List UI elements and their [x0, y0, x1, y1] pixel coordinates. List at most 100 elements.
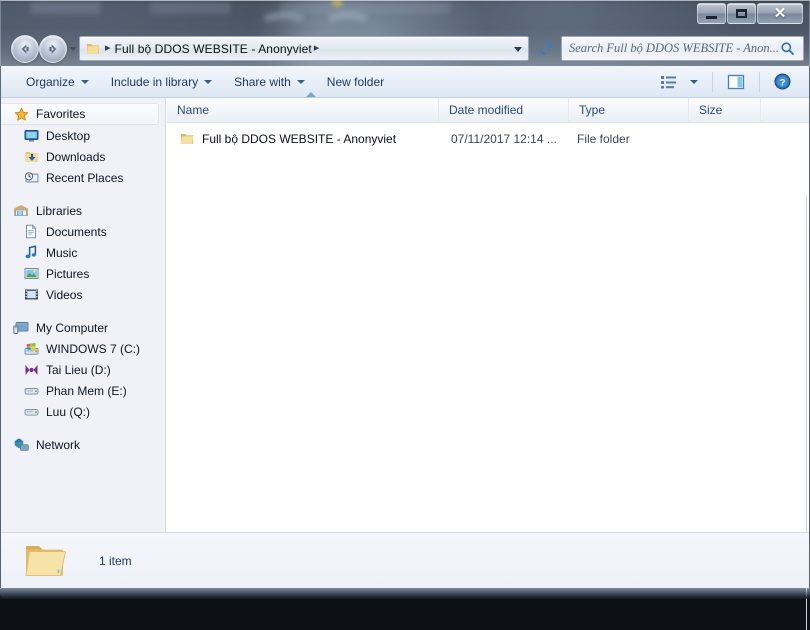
column-header-date-modified[interactable]: Date modified: [439, 98, 569, 123]
computer-icon: [13, 320, 29, 336]
refresh-icon: [537, 40, 554, 57]
chevron-down-icon: [690, 80, 698, 84]
sidebar-label: Tai Lieu (D:): [46, 363, 111, 377]
sidebar-label: Luu (Q:): [46, 405, 90, 419]
view-dropdown-button[interactable]: [686, 70, 702, 94]
title-bar[interactable]: ✕: [0, 0, 810, 66]
navpane-group-favorites: Favorites Desktop: [1, 103, 165, 188]
include-in-library-label: Include in library: [111, 75, 198, 89]
refresh-button[interactable]: [533, 36, 557, 61]
search-icon: [780, 41, 795, 56]
chevron-down-icon: [204, 80, 212, 84]
sidebar-label: Network: [36, 438, 80, 452]
maximize-button[interactable]: [727, 3, 756, 24]
close-icon: ✕: [774, 6, 787, 21]
sidebar-item-documents[interactable]: Documents: [1, 221, 165, 242]
sidebar-item-desktop[interactable]: Desktop: [1, 125, 165, 146]
column-header-size[interactable]: Size: [689, 98, 761, 123]
share-with-button[interactable]: Share with: [225, 70, 314, 94]
sidebar-item-pictures[interactable]: Pictures: [1, 263, 165, 284]
documents-icon: [23, 224, 39, 240]
sidebar-label: Documents: [46, 225, 107, 239]
change-view-button[interactable]: [656, 70, 682, 94]
search-placeholder-text: Search Full bộ DDOS WEBSITE - Anon...: [569, 41, 779, 56]
column-header-row: Name Date modified Type Size: [167, 98, 809, 123]
toolbar-separator: [759, 72, 760, 92]
sidebar-item-downloads[interactable]: Downloads: [1, 146, 165, 167]
sidebar-label: My Computer: [36, 321, 108, 335]
file-type: File folder: [577, 132, 697, 146]
windows-drive-icon: [23, 341, 39, 357]
drive-icon: [23, 383, 39, 399]
help-icon: ?: [774, 73, 791, 90]
sidebar-label: Videos: [46, 288, 82, 302]
minimize-button[interactable]: [697, 3, 726, 24]
search-input[interactable]: Search Full bộ DDOS WEBSITE - Anon...: [561, 36, 804, 61]
window-controls: ✕: [697, 3, 803, 24]
folder-icon: [179, 131, 195, 147]
command-toolbar: Organize Include in library Share with N…: [1, 66, 809, 98]
column-header-name[interactable]: Name: [167, 98, 439, 123]
sidebar-item-windows-7-c[interactable]: WINDOWS 7 (C:): [1, 338, 165, 359]
svg-text:?: ?: [780, 77, 786, 88]
column-header-type[interactable]: Type: [569, 98, 689, 123]
help-button[interactable]: ?: [770, 70, 795, 94]
file-name: Full bộ DDOS WEBSITE - Anonyviet: [202, 132, 447, 146]
forward-button[interactable]: [39, 35, 67, 63]
view-list-icon: [660, 74, 678, 90]
sidebar-label: Downloads: [46, 150, 105, 164]
toolbar-separator: [712, 72, 713, 92]
sort-ascending-icon: [306, 92, 316, 97]
column-label: Date modified: [449, 103, 523, 117]
toolbar-right-group: ?: [656, 70, 809, 94]
close-button[interactable]: ✕: [757, 3, 803, 24]
sidebar-label: Phan Mem (E:): [46, 384, 127, 398]
address-dropdown-icon[interactable]: [514, 47, 522, 52]
navigation-pane[interactable]: Favorites Desktop: [1, 98, 166, 532]
status-bar: 1 item: [1, 532, 809, 588]
maximize-icon: [736, 9, 747, 18]
breadcrumb-separator-trailing[interactable]: ▸: [314, 43, 320, 54]
sidebar-label: Pictures: [46, 267, 89, 281]
pictures-icon: [23, 266, 39, 282]
share-with-label: Share with: [234, 75, 291, 89]
back-arrow-icon: [17, 41, 33, 57]
window-body: Favorites Desktop: [1, 98, 809, 532]
sidebar-item-phan-mem-e[interactable]: Phan Mem (E:): [1, 380, 165, 401]
sidebar-item-tai-lieu-d[interactable]: Tai Lieu (D:): [1, 359, 165, 380]
preview-pane-button[interactable]: [723, 70, 749, 94]
libraries-icon: [13, 203, 29, 219]
file-list-pane[interactable]: Name Date modified Type Size: [167, 98, 809, 532]
include-in-library-button[interactable]: Include in library: [102, 70, 221, 94]
sidebar-item-favorites[interactable]: Favorites: [1, 103, 159, 125]
recent-pages-button[interactable]: [69, 47, 77, 51]
downloads-icon: [23, 149, 39, 165]
organize-label: Organize: [26, 75, 75, 89]
window-frame-left: [0, 66, 1, 589]
sidebar-label: Recent Places: [46, 171, 123, 185]
column-label: Size: [699, 103, 722, 117]
videos-icon: [23, 287, 39, 303]
sidebar-item-libraries[interactable]: Libraries: [1, 200, 165, 221]
preview-pane-icon: [727, 74, 745, 90]
sidebar-item-recent-places[interactable]: Recent Places: [1, 167, 165, 188]
column-header-spacer: [761, 98, 809, 123]
network-icon: [13, 437, 29, 453]
navpane-group-my-computer: My Computer: [1, 317, 165, 422]
sidebar-item-videos[interactable]: Videos: [1, 284, 165, 305]
breadcrumb-separator-leading[interactable]: ▸: [105, 43, 111, 54]
sidebar-label: Desktop: [46, 129, 90, 143]
sidebar-label: WINDOWS 7 (C:): [46, 342, 140, 356]
sidebar-label: Music: [46, 246, 77, 260]
sidebar-item-music[interactable]: Music: [1, 242, 165, 263]
sidebar-item-luu-q[interactable]: Luu (Q:): [1, 401, 165, 422]
breadcrumb-current-folder[interactable]: Full bộ DDOS WEBSITE - Anonyviet: [115, 42, 312, 56]
sidebar-item-network[interactable]: Network: [1, 434, 165, 455]
table-row[interactable]: Full bộ DDOS WEBSITE - Anonyviet 07/11/2…: [167, 127, 809, 150]
new-folder-button[interactable]: New folder: [318, 70, 393, 94]
sidebar-item-my-computer[interactable]: My Computer: [1, 317, 165, 338]
address-bar[interactable]: ▸ Full bộ DDOS WEBSITE - Anonyviet ▸: [79, 36, 529, 61]
desktop-icon: [23, 128, 39, 144]
organize-button[interactable]: Organize: [17, 70, 98, 94]
back-button[interactable]: [11, 35, 39, 63]
